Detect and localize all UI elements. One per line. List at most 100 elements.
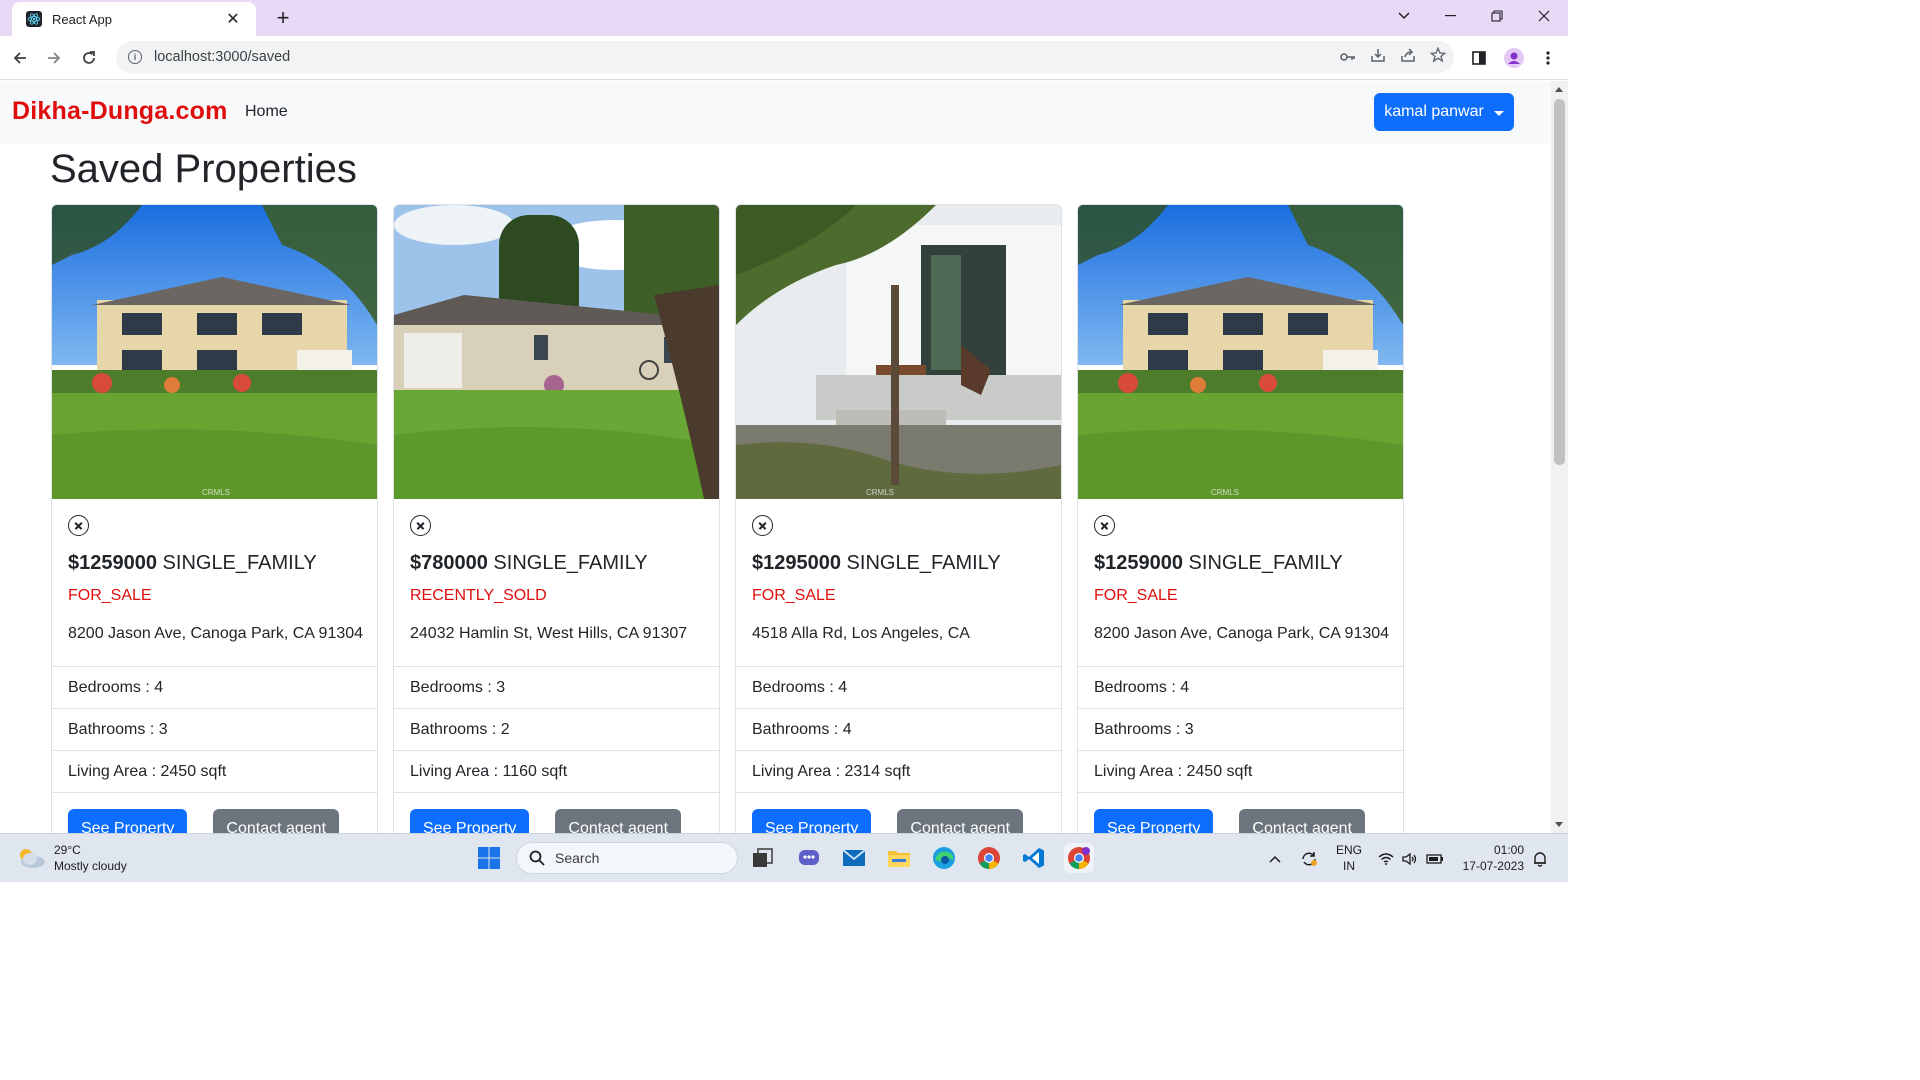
volume-icon[interactable] xyxy=(1401,834,1419,883)
see-property-button[interactable]: See Property xyxy=(68,809,188,833)
property-image-4[interactable]: CRMLS xyxy=(1078,205,1403,499)
os-taskbar: 29°C Mostly cloudy Search ENG IN 01:00 1… xyxy=(0,833,1568,882)
window-close-icon[interactable] xyxy=(1524,0,1564,32)
new-tab-icon[interactable]: + xyxy=(268,5,298,31)
living-area-item: Living Area : 2450 sqft xyxy=(52,751,377,793)
see-property-button[interactable]: See Property xyxy=(1094,809,1214,833)
see-property-button[interactable]: See Property xyxy=(410,809,530,833)
property-address: 8200 Jason Ave, Canoga Park, CA 91304 xyxy=(68,625,364,642)
property-home-type: SINGLE_FAMILY xyxy=(156,552,317,574)
taskbar-search-placeholder: Search xyxy=(555,850,600,866)
url-text: localhost:3000/saved xyxy=(154,49,291,65)
task-view-icon[interactable] xyxy=(748,843,778,873)
living-area-item: Living Area : 2314 sqft xyxy=(736,751,1061,793)
weather-temp: 29°C xyxy=(54,843,81,857)
property-title: $780000 SINGLE_FAMILY xyxy=(410,552,703,575)
property-details-list: Bedrooms : 3 Bathrooms : 2 Living Area :… xyxy=(394,666,719,793)
reload-icon[interactable] xyxy=(75,44,103,72)
property-status: FOR_SALE xyxy=(68,587,152,604)
bedrooms-item: Bedrooms : 3 xyxy=(394,667,719,709)
bedrooms-item: Bedrooms : 4 xyxy=(736,667,1061,709)
taskbar-search[interactable]: Search xyxy=(516,842,738,874)
notification-icon[interactable] xyxy=(1530,834,1550,883)
property-price: $1295000 xyxy=(752,552,841,574)
back-icon[interactable] xyxy=(6,44,34,72)
taskbar-clock[interactable]: 01:00 17-07-2023 xyxy=(1456,842,1524,874)
scrollbar-thumb[interactable] xyxy=(1554,99,1565,465)
property-status: FOR_SALE xyxy=(1094,587,1178,604)
minimize-icon[interactable] xyxy=(1430,0,1470,32)
bathrooms-item: Bathrooms : 3 xyxy=(52,709,377,751)
site-info-icon[interactable]: i xyxy=(128,50,142,64)
restore-icon[interactable] xyxy=(1477,0,1517,32)
contact-agent-button[interactable]: Contact agent xyxy=(555,809,682,833)
image-watermark: CRMLS xyxy=(202,488,230,497)
property-image-3[interactable]: CRMLS xyxy=(736,205,1061,499)
windows-start-icon[interactable] xyxy=(474,843,504,873)
remove-circle-icon[interactable] xyxy=(410,515,431,536)
property-image-2[interactable] xyxy=(394,205,719,499)
edge-browser-icon[interactable] xyxy=(929,843,959,873)
install-icon[interactable] xyxy=(1370,47,1386,67)
teams-chat-icon[interactable] xyxy=(794,843,824,873)
nav-home-link[interactable]: Home xyxy=(245,103,288,121)
scroll-up-arrow-icon[interactable] xyxy=(1555,87,1563,92)
property-card-list: CRMLS $1259000 SINGLE_FAMILY FOR_SALE 82… xyxy=(51,204,1404,833)
sync-icon[interactable] xyxy=(1298,834,1320,883)
property-address: 4518 Alla Rd, Los Angeles, CA xyxy=(752,625,970,642)
property-address: 8200 Jason Ave, Canoga Park, CA 91304 xyxy=(1094,625,1390,642)
react-favicon-icon xyxy=(26,11,42,27)
property-details-list: Bedrooms : 4 Bathrooms : 3 Living Area :… xyxy=(52,666,377,793)
browser-tab[interactable]: React App ✕ xyxy=(12,2,256,36)
bathrooms-item: Bathrooms : 3 xyxy=(1078,709,1403,751)
contact-agent-button[interactable]: Contact agent xyxy=(213,809,340,833)
tab-close-icon[interactable]: ✕ xyxy=(224,9,242,29)
brand-logo-link[interactable]: Dikha-Dunga.com xyxy=(12,97,228,126)
caret-down-icon xyxy=(1493,110,1504,116)
sidepanel-icon[interactable] xyxy=(1468,44,1490,72)
share-icon[interactable] xyxy=(1400,47,1416,67)
search-icon xyxy=(529,850,545,866)
living-area-item: Living Area : 1160 sqft xyxy=(394,751,719,793)
property-price: $1259000 xyxy=(68,552,157,574)
page-scrollbar[interactable] xyxy=(1551,81,1568,833)
chevron-up-icon[interactable] xyxy=(1266,834,1284,883)
remove-circle-icon[interactable] xyxy=(752,515,773,536)
tab-search-icon[interactable] xyxy=(1384,0,1424,32)
property-price: $1259000 xyxy=(1094,552,1183,574)
page-viewport: Dikha-Dunga.com Home kamal panwar Saved … xyxy=(0,81,1551,833)
battery-icon[interactable] xyxy=(1425,834,1445,883)
user-dropdown-button[interactable]: kamal panwar xyxy=(1374,93,1514,131)
vscode-icon[interactable] xyxy=(1019,843,1049,873)
property-card: CRMLS $1259000 SINGLE_FAMILY FOR_SALE 82… xyxy=(51,204,378,833)
profile-icon[interactable] xyxy=(1502,44,1526,72)
remove-circle-icon[interactable] xyxy=(68,515,89,536)
weather-widget[interactable]: 29°C Mostly cloudy xyxy=(16,842,127,874)
mail-icon[interactable] xyxy=(839,843,869,873)
scroll-down-arrow-icon[interactable] xyxy=(1555,822,1563,827)
file-explorer-icon[interactable] xyxy=(884,843,914,873)
bedrooms-item: Bedrooms : 4 xyxy=(1078,667,1403,709)
chrome-icon[interactable] xyxy=(974,843,1004,873)
chrome-active-icon[interactable] xyxy=(1064,843,1094,873)
contact-agent-button[interactable]: Contact agent xyxy=(1239,809,1366,833)
property-image-1[interactable]: CRMLS xyxy=(52,205,377,499)
menu-icon[interactable] xyxy=(1540,44,1556,72)
property-card: $780000 SINGLE_FAMILY RECENTLY_SOLD 2403… xyxy=(393,204,720,833)
bedrooms-item: Bedrooms : 4 xyxy=(52,667,377,709)
key-icon[interactable] xyxy=(1340,49,1356,66)
address-bar[interactable]: i localhost:3000/saved xyxy=(116,41,1454,73)
user-dropdown-label: kamal panwar xyxy=(1384,103,1484,120)
language-indicator[interactable]: ENG IN xyxy=(1334,842,1364,874)
browser-tab-strip: React App ✕ + xyxy=(0,0,1568,36)
contact-agent-button[interactable]: Contact agent xyxy=(897,809,1024,833)
weather-desc: Mostly cloudy xyxy=(54,859,127,873)
see-property-button[interactable]: See Property xyxy=(752,809,872,833)
image-watermark: CRMLS xyxy=(866,488,894,497)
forward-icon[interactable] xyxy=(40,44,68,72)
wifi-icon[interactable] xyxy=(1377,834,1395,883)
property-price: $780000 xyxy=(410,552,488,574)
star-icon[interactable] xyxy=(1429,46,1447,67)
remove-circle-icon[interactable] xyxy=(1094,515,1115,536)
property-title: $1259000 SINGLE_FAMILY xyxy=(68,552,361,575)
